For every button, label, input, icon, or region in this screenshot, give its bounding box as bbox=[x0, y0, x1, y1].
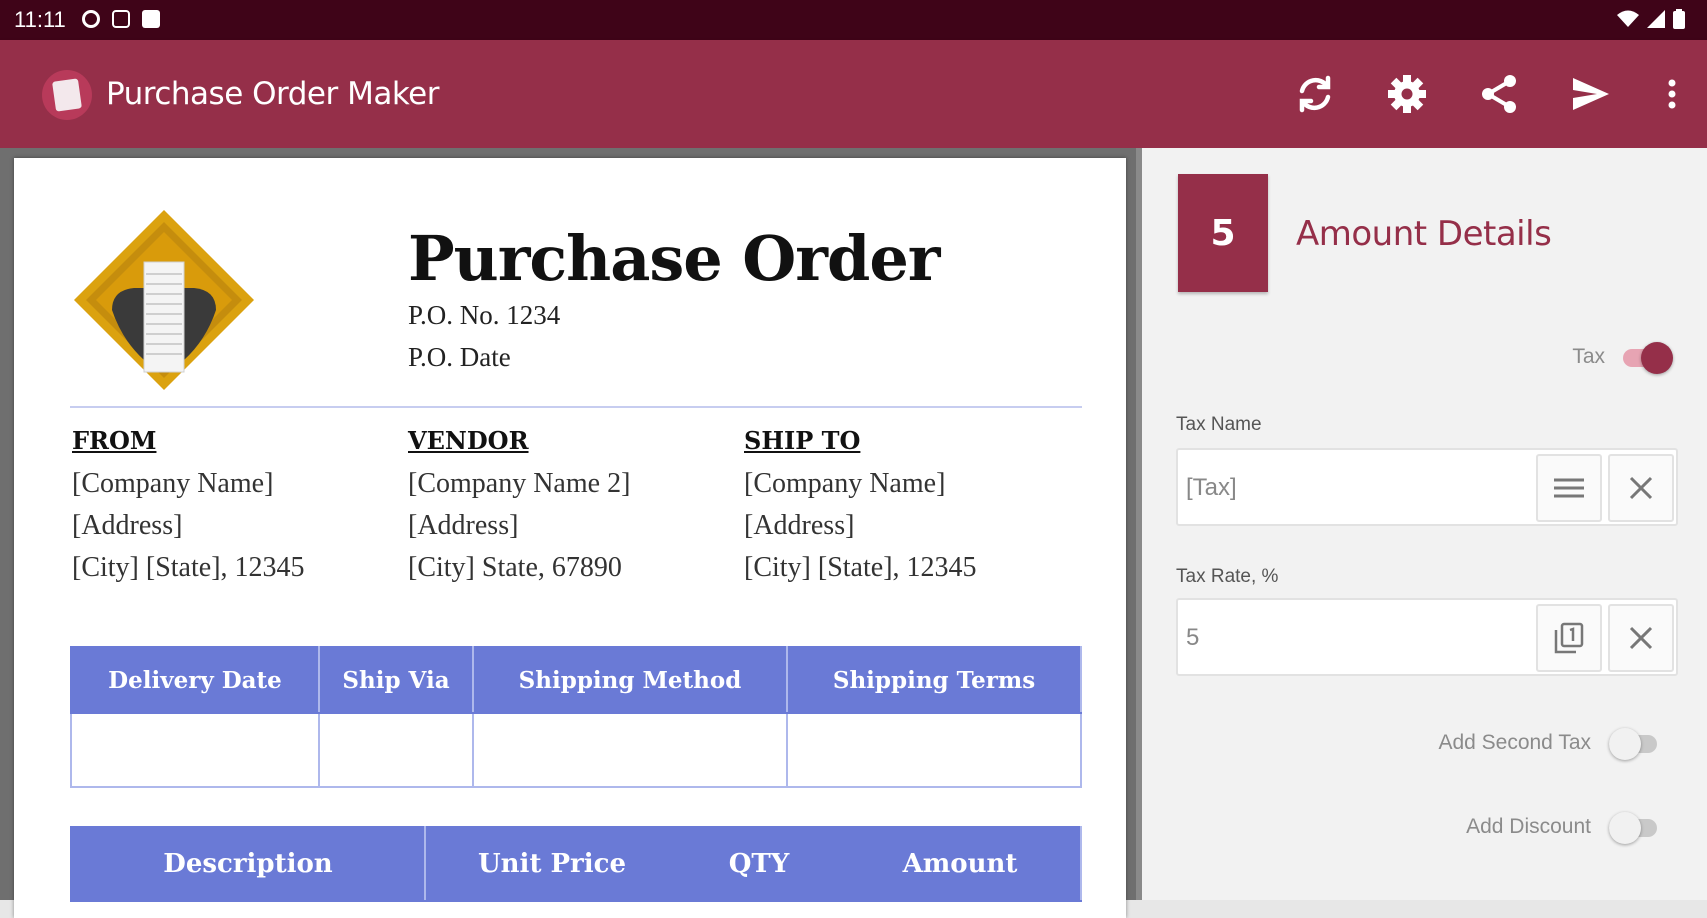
col-delivery-date: Delivery Date bbox=[70, 646, 320, 714]
ship-to-address-block: SHIP TO [Company Name] [Address] [City] … bbox=[744, 426, 977, 589]
share-icon bbox=[1482, 75, 1516, 113]
tax-rate-input[interactable]: 5 bbox=[1186, 624, 1199, 652]
close-icon bbox=[1629, 626, 1653, 650]
refresh-button[interactable] bbox=[1289, 68, 1341, 120]
po-number: P.O. No. 1234 bbox=[408, 300, 561, 330]
amount-details-panel: 5 Amount Details Tax Tax Name [Tax] Tax … bbox=[1136, 148, 1707, 900]
table-cell bbox=[70, 712, 320, 788]
from-address-block: FROM [Company Name] [Address] [City] [St… bbox=[72, 426, 305, 589]
header-divider bbox=[70, 406, 1082, 408]
system-icons bbox=[1617, 9, 1685, 29]
col-unit-price: Unit Price bbox=[424, 826, 680, 902]
more-vert-icon bbox=[1668, 79, 1676, 109]
tax-rate-label: Tax Rate, % bbox=[1176, 566, 1279, 587]
section-title: Amount Details bbox=[1296, 214, 1552, 254]
s-app-icon bbox=[112, 10, 130, 28]
tax-rate-numpad-button[interactable] bbox=[1536, 604, 1602, 672]
table-row bbox=[70, 712, 1082, 788]
settings-button[interactable] bbox=[1381, 68, 1433, 120]
purchase-order-document[interactable]: Purchase Order P.O. No. 1234 P.O. Date F… bbox=[14, 158, 1126, 918]
vendor-address: [Address] bbox=[408, 510, 519, 541]
col-shipping-method: Shipping Method bbox=[472, 646, 788, 714]
close-icon bbox=[1629, 476, 1653, 500]
tax-name-input[interactable]: [Tax] bbox=[1186, 474, 1237, 502]
tax-toggle[interactable] bbox=[1623, 340, 1673, 374]
share-button[interactable] bbox=[1473, 68, 1525, 120]
notification-icon bbox=[82, 10, 100, 28]
po-date: P.O. Date bbox=[408, 342, 511, 372]
shipping-table: Delivery Date Ship Via Shipping Method S… bbox=[70, 646, 1082, 788]
status-bar: 11:11 bbox=[0, 0, 1707, 40]
cell-signal-icon bbox=[1647, 10, 1665, 28]
ship-to-heading: SHIP TO bbox=[744, 426, 861, 455]
from-address: [Address] bbox=[72, 510, 183, 541]
col-qty: QTY bbox=[678, 826, 840, 902]
vendor-heading: VENDOR bbox=[408, 426, 529, 455]
second-tax-toggle[interactable] bbox=[1609, 726, 1659, 760]
list-icon bbox=[1554, 478, 1584, 498]
sim-card-icon bbox=[142, 10, 160, 28]
ship-to-address: [Address] bbox=[744, 510, 855, 541]
step-number-badge: 5 bbox=[1178, 174, 1268, 292]
settings-gear-icon bbox=[1388, 75, 1426, 113]
status-time: 11:11 bbox=[14, 7, 66, 32]
ship-to-city: [City] [State], 12345 bbox=[744, 552, 977, 583]
second-tax-label: Add Second Tax bbox=[1438, 731, 1591, 754]
from-city: [City] [State], 12345 bbox=[72, 552, 305, 583]
app-actions bbox=[1249, 68, 1687, 120]
ship-to-company: [Company Name] bbox=[744, 468, 946, 499]
send-icon bbox=[1573, 78, 1609, 110]
tax-name-label: Tax Name bbox=[1176, 414, 1262, 435]
document-preview-panel: Purchase Order P.O. No. 1234 P.O. Date F… bbox=[0, 148, 1136, 918]
col-shipping-terms: Shipping Terms bbox=[786, 646, 1082, 714]
from-company: [Company Name] bbox=[72, 468, 274, 499]
vendor-company: [Company Name 2] bbox=[408, 468, 631, 499]
tax-name-clear-button[interactable] bbox=[1608, 454, 1674, 522]
document-title: Purchase Order bbox=[408, 222, 940, 295]
app-bar: Purchase Order Maker bbox=[0, 40, 1707, 148]
discount-toggle[interactable] bbox=[1609, 810, 1659, 844]
discount-label: Add Discount bbox=[1466, 815, 1591, 838]
app-logo-icon bbox=[42, 70, 92, 120]
notification-icons bbox=[82, 10, 160, 28]
send-button[interactable] bbox=[1565, 68, 1617, 120]
table-cell bbox=[472, 712, 788, 788]
tax-rate-clear-button[interactable] bbox=[1608, 604, 1674, 672]
more-options-button[interactable] bbox=[1657, 68, 1687, 120]
wifi-icon bbox=[1617, 10, 1639, 27]
from-heading: FROM bbox=[72, 426, 157, 455]
tax-toggle-row: Tax bbox=[1572, 340, 1673, 374]
col-ship-via: Ship Via bbox=[318, 646, 474, 714]
tax-toggle-label: Tax bbox=[1572, 345, 1605, 368]
copy-number-icon bbox=[1554, 622, 1584, 654]
app-title: Purchase Order Maker bbox=[106, 76, 439, 112]
tax-name-list-button[interactable] bbox=[1536, 454, 1602, 522]
col-description: Description bbox=[70, 826, 426, 902]
table-cell bbox=[318, 712, 474, 788]
company-logo-icon bbox=[74, 210, 254, 390]
col-amount: Amount bbox=[838, 826, 1082, 902]
items-table-header-row: Description Unit Price QTY Amount bbox=[70, 826, 1082, 902]
tax-rate-field: 5 bbox=[1176, 598, 1678, 676]
battery-icon bbox=[1673, 9, 1685, 29]
vendor-city: [City] State, 67890 bbox=[408, 552, 622, 583]
second-tax-toggle-row: Add Second Tax bbox=[1438, 726, 1659, 760]
discount-toggle-row: Add Discount bbox=[1466, 810, 1659, 844]
tax-name-field: [Tax] bbox=[1176, 448, 1678, 526]
vendor-address-block: VENDOR [Company Name 2] [Address] [City]… bbox=[408, 426, 630, 589]
shipping-table-header-row: Delivery Date Ship Via Shipping Method S… bbox=[70, 646, 1082, 714]
refresh-icon bbox=[1299, 75, 1331, 113]
table-cell bbox=[786, 712, 1082, 788]
items-table: Description Unit Price QTY Amount bbox=[70, 826, 1082, 902]
